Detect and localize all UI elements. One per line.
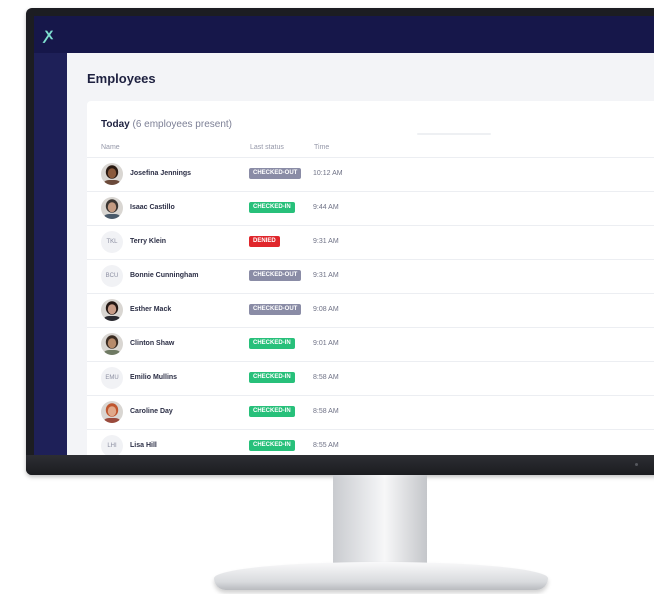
column-header-name[interactable]: Name — [101, 144, 120, 151]
employees-card: Today (6 employees present) Name Last st… — [87, 101, 654, 455]
employee-name[interactable]: Clinton Shaw — [130, 340, 174, 347]
status-badge: CHECKED-IN — [249, 338, 295, 349]
table-row[interactable]: Esther Mack CHECKED-OUT 9:08 AM — [87, 293, 654, 327]
card-title: Today — [101, 119, 130, 130]
status-badge: CHECKED-IN — [249, 406, 295, 417]
employee-name[interactable]: Emilio Mullins — [130, 374, 177, 381]
status-time: 8:55 AM — [313, 442, 339, 449]
employee-list: Josefina Jennings CHECKED-OUT 10:12 AM Isaa… — [87, 157, 654, 455]
avatar-initials: TKL — [101, 231, 123, 253]
avatar-initials: EMU — [101, 367, 123, 389]
status-badge: DENIED — [249, 236, 280, 247]
avatar-initials: BCU — [101, 265, 123, 287]
divider — [417, 133, 491, 135]
table-row[interactable]: EMU Emilio Mullins CHECKED-IN 8:58 AM — [87, 361, 654, 395]
power-led-icon — [635, 463, 638, 466]
table-row[interactable]: Isaac Castillo CHECKED-IN 9:44 AM — [87, 191, 654, 225]
monitor-stand-base — [214, 562, 548, 590]
page-title: Employees — [87, 71, 156, 86]
table-row[interactable]: TKL Terry Klein DENIED 9:31 AM — [87, 225, 654, 259]
status-badge: CHECKED-IN — [249, 372, 295, 383]
avatar — [101, 197, 123, 219]
status-badge: CHECKED-IN — [249, 202, 295, 213]
status-time: 8:58 AM — [313, 408, 339, 415]
table-row[interactable]: Caroline Day CHECKED-IN 8:58 AM — [87, 395, 654, 429]
status-badge: CHECKED-OUT — [249, 304, 302, 315]
sidebar — [34, 53, 67, 455]
status-time: 9:44 AM — [313, 204, 339, 211]
status-time: 9:31 AM — [313, 272, 339, 279]
avatar-initials: LHI — [101, 435, 123, 455]
avatar — [101, 163, 123, 185]
avatar — [101, 333, 123, 355]
table-row[interactable]: Clinton Shaw CHECKED-IN 9:01 AM — [87, 327, 654, 361]
status-time: 8:58 AM — [313, 374, 339, 381]
employee-name[interactable]: Caroline Day — [130, 408, 173, 415]
top-navbar: ꭗ — [34, 16, 654, 53]
employee-name[interactable]: Bonnie Cunningham — [130, 272, 198, 279]
employee-name[interactable]: Josefina Jennings — [130, 170, 191, 177]
column-header-status[interactable]: Last status — [250, 144, 284, 151]
monitor-chin — [26, 455, 654, 475]
employee-name[interactable]: Terry Klein — [130, 238, 166, 245]
main-content: Employees Today (6 employees present) Na… — [67, 53, 654, 455]
employee-name[interactable]: Lisa Hill — [130, 442, 157, 449]
app-logo-icon[interactable]: ꭗ — [45, 26, 63, 44]
status-badge: CHECKED-OUT — [249, 168, 302, 179]
status-time: 9:01 AM — [313, 340, 339, 347]
status-badge: CHECKED-OUT — [249, 270, 302, 281]
monitor-screen: ꭗ Employees Today (6 employees present) … — [34, 16, 654, 455]
status-time: 9:31 AM — [313, 238, 339, 245]
table-header: Name Last status Time — [101, 144, 654, 156]
avatar — [101, 299, 123, 321]
employee-name[interactable]: Isaac Castillo — [130, 204, 175, 211]
table-row[interactable]: LHI Lisa Hill CHECKED-IN 8:55 AM — [87, 429, 654, 455]
table-row[interactable]: Josefina Jennings CHECKED-OUT 10:12 AM — [87, 157, 654, 191]
table-row[interactable]: BCU Bonnie Cunningham CHECKED-OUT 9:31 AM — [87, 259, 654, 293]
card-header: Today (6 employees present) — [101, 119, 232, 130]
employee-name[interactable]: Esther Mack — [130, 306, 171, 313]
card-subtitle: (6 employees present) — [132, 119, 233, 130]
status-time: 9:08 AM — [313, 306, 339, 313]
monitor-stand-neck — [333, 475, 427, 565]
monitor-frame: ꭗ Employees Today (6 employees present) … — [26, 8, 654, 475]
status-badge: CHECKED-IN — [249, 440, 295, 451]
status-time: 10:12 AM — [313, 170, 343, 177]
avatar — [101, 401, 123, 423]
column-header-time[interactable]: Time — [314, 144, 329, 151]
